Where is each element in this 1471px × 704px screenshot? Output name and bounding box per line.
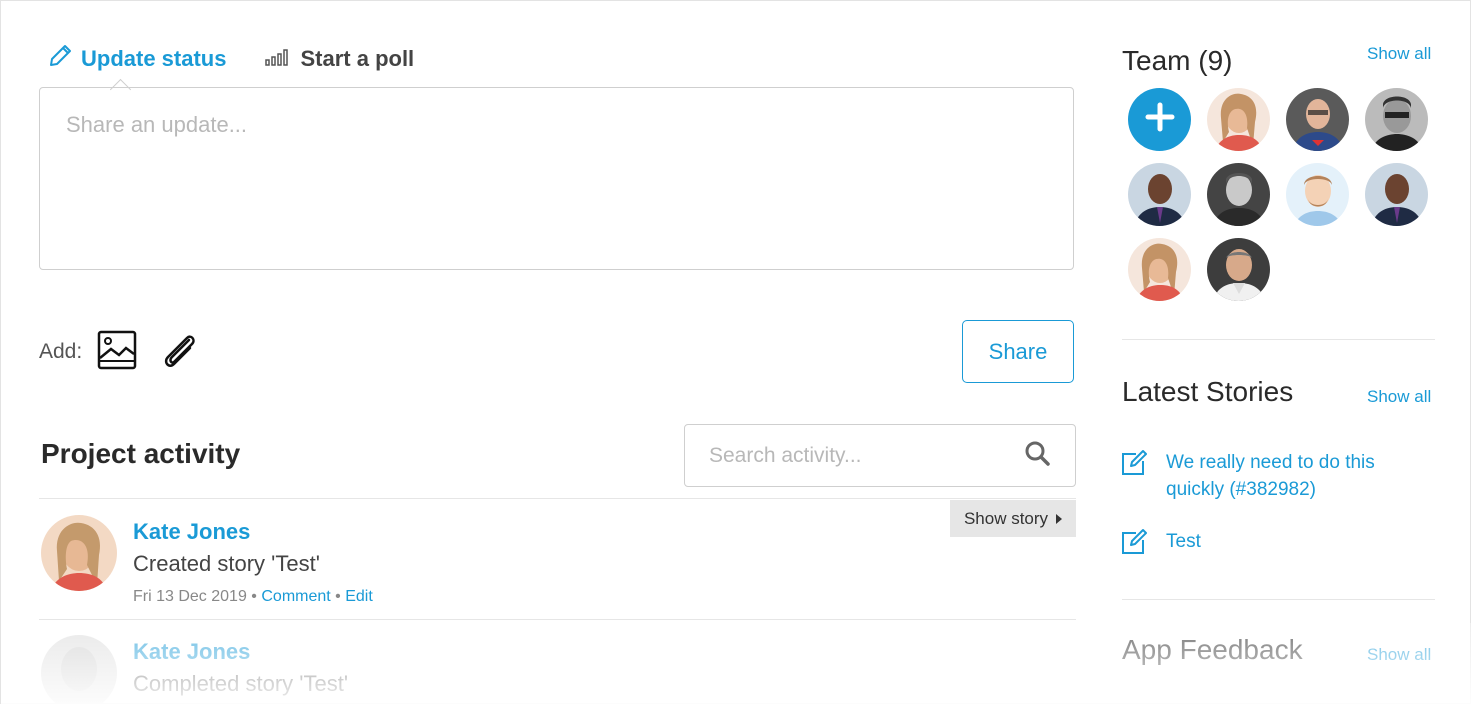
activity-divider-top (39, 498, 1076, 499)
activity-search-input[interactable] (709, 443, 1023, 468)
team-member-avatar[interactable] (1128, 238, 1191, 301)
team-member-avatar[interactable] (1286, 88, 1349, 151)
caret-right-icon (1056, 509, 1063, 529)
team-member-avatar[interactable] (1286, 163, 1349, 226)
avatar[interactable] (41, 635, 117, 704)
paperclip-icon (159, 330, 199, 375)
activity-text: Completed story 'Test' (133, 671, 349, 696)
team-member-avatar[interactable] (1128, 163, 1191, 226)
team-show-all-link[interactable]: Show all (1367, 44, 1431, 64)
tab-update-status-label: Update status (81, 46, 227, 71)
team-member-avatar[interactable] (1365, 163, 1428, 226)
feedback-show-all-link[interactable]: Show all (1367, 645, 1431, 665)
latest-stories-title: Latest Stories (1122, 376, 1294, 407)
comment-link[interactable]: Comment (261, 588, 330, 605)
team-member-avatar[interactable] (1365, 88, 1428, 151)
share-button[interactable]: Share (962, 320, 1074, 383)
update-box (39, 87, 1074, 270)
image-icon (97, 330, 137, 375)
tab-start-poll-label: Start a poll (300, 46, 415, 71)
activity-meta: Fri 13 Dec 2019 • Comment • Edit (133, 588, 373, 606)
story-title: Test (1166, 531, 1201, 552)
show-story-label: Show story (963, 508, 1049, 528)
plus-icon (1145, 102, 1175, 137)
tab-start-poll[interactable]: Start a poll (264, 43, 414, 75)
meta-separator: • (335, 588, 341, 605)
activity-user-name[interactable]: Kate Jones (133, 639, 250, 665)
add-label: Add: (39, 340, 83, 363)
stories-show-all-link[interactable]: Show all (1367, 387, 1431, 407)
story-title: We really need to do this quickly (#3829… (1166, 452, 1375, 500)
sidebar-divider (1122, 339, 1435, 340)
team-member-avatar[interactable] (1207, 238, 1270, 301)
activity-text: Created story 'Test' (133, 551, 320, 576)
activity-divider (39, 619, 1076, 620)
story-item[interactable]: We really need to do this quickly (#3829… (1120, 449, 1426, 503)
tab-update-status[interactable]: Update status (47, 43, 226, 75)
team-member-avatar[interactable] (1207, 163, 1270, 226)
team-member-avatar[interactable] (1207, 88, 1270, 151)
project-activity-title: Project activity (41, 438, 241, 469)
story-item[interactable]: Test (1120, 528, 1426, 561)
search-icon[interactable] (1023, 439, 1051, 472)
attachments-row: Add: (39, 330, 200, 375)
show-story-button[interactable]: Show story (950, 500, 1076, 537)
bar-chart-icon (264, 45, 292, 73)
activity-search (684, 424, 1076, 487)
attach-file-button[interactable] (158, 331, 200, 373)
edit-link[interactable]: Edit (345, 588, 373, 605)
app-feedback-title: App Feedback (1122, 634, 1303, 665)
add-member-button[interactable] (1128, 88, 1191, 151)
edit-note-icon (1120, 449, 1148, 503)
composer-tabs: Update status Start a poll (47, 43, 414, 75)
activity-date: Fri 13 Dec 2019 (133, 588, 247, 605)
pencil-icon (47, 43, 73, 75)
edit-note-icon (1120, 528, 1148, 561)
team-avatars (1128, 88, 1428, 301)
team-title: Team (9) (1122, 45, 1233, 76)
avatar[interactable] (41, 515, 117, 591)
update-textarea[interactable] (66, 112, 1047, 245)
activity-user-name[interactable]: Kate Jones (133, 519, 250, 545)
sidebar-divider (1122, 599, 1435, 600)
meta-separator: • (251, 588, 257, 605)
add-image-button[interactable] (96, 330, 138, 375)
